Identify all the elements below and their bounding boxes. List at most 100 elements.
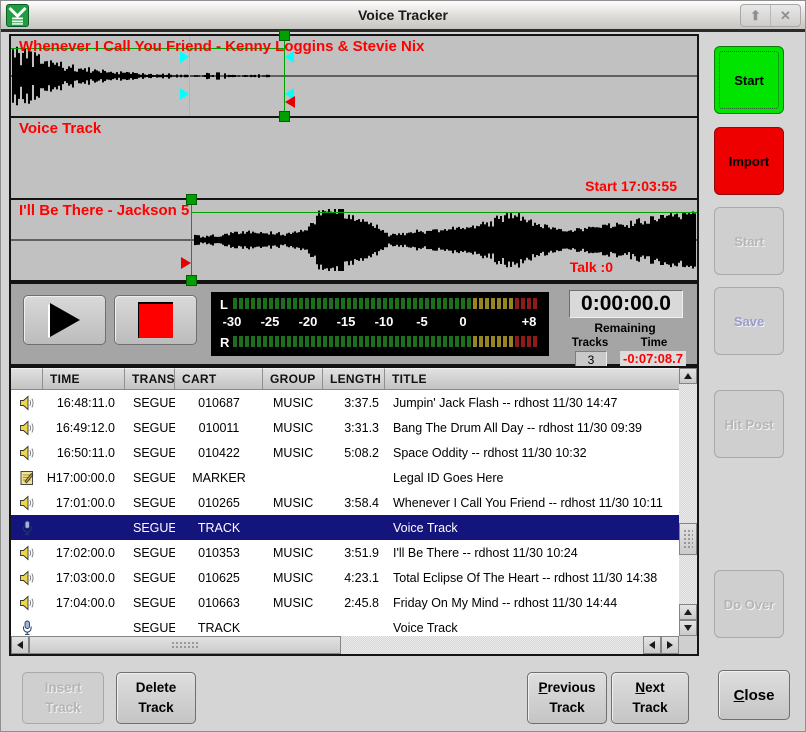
cell-group: MUSIC: [263, 421, 323, 435]
cell-cart: MARKER: [175, 471, 263, 485]
shade-icon[interactable]: ⬆: [741, 5, 770, 26]
play-button[interactable]: [23, 295, 106, 345]
table-row[interactable]: 17:01:00.0SEGUE010265MUSIC3:58.4Whenever…: [11, 490, 679, 515]
cell-group: MUSIC: [263, 446, 323, 460]
cell-icon: [11, 495, 43, 511]
header-trans[interactable]: TRANS: [125, 368, 175, 389]
previous-track-label: Previous: [538, 678, 595, 698]
cell-trans: SEGUE: [125, 546, 175, 560]
cell-trans: SEGUE: [125, 521, 175, 535]
cell-title: Whenever I Call You Friend -- rdhost 11/…: [385, 496, 679, 510]
meter-right-label: R: [220, 335, 229, 350]
header-icon-col[interactable]: [11, 368, 43, 389]
close-icon[interactable]: ✕: [770, 5, 800, 26]
table-row[interactable]: 17:02:00.0SEGUE010353MUSIC3:51.9I'll Be …: [11, 540, 679, 565]
header-title[interactable]: TITLE: [385, 368, 679, 389]
scroll-down-button[interactable]: [679, 620, 697, 636]
voice-tracker-window: Voice Tracker ⬆ ✕ Whenever I Call You Fr…: [0, 0, 806, 732]
header-cart[interactable]: CART: [175, 368, 263, 389]
header-time[interactable]: TIME: [43, 368, 125, 389]
cell-title: Voice Track: [385, 621, 679, 635]
delete-track-label: Delete: [136, 678, 177, 698]
cell-group: MUSIC: [263, 571, 323, 585]
do-over-button[interactable]: Do Over: [714, 570, 784, 638]
microphone-icon: [19, 620, 35, 636]
table-row[interactable]: H17:00:00.0SEGUEMARKERLegal ID Goes Here: [11, 465, 679, 490]
start-next-button[interactable]: Start: [714, 207, 784, 275]
table-header: TIME TRANS CART GROUP LENGTH TITLE: [11, 368, 679, 390]
cell-group: MUSIC: [263, 546, 323, 560]
start-marker-handle-icon[interactable]: [181, 257, 191, 269]
cell-title: I'll Be There -- rdhost 11/30 10:24: [385, 546, 679, 560]
stop-icon: [138, 302, 173, 338]
insert-track-button[interactable]: Insert Track: [22, 672, 104, 724]
vertical-scrollbar[interactable]: [679, 368, 697, 636]
header-length[interactable]: LENGTH: [323, 368, 385, 389]
close-button[interactable]: Close: [718, 670, 790, 720]
arrow-left-icon: [17, 641, 23, 649]
speaker-icon: [19, 420, 35, 436]
header-group[interactable]: GROUP: [263, 368, 323, 389]
waveform-pane-next-track[interactable]: I'll Be There - Jackson 5 Talk :0: [9, 198, 699, 282]
end-marker-handle-icon[interactable]: [285, 96, 295, 108]
previous-track-button[interactable]: Previous Track: [527, 672, 607, 724]
cell-length: 3:51.9: [323, 546, 385, 560]
scrollbar-corner: [679, 636, 697, 654]
save-button[interactable]: Save: [714, 287, 784, 355]
import-button[interactable]: Import: [714, 127, 784, 195]
speaker-icon: [19, 445, 35, 461]
cell-trans: SEGUE: [125, 396, 175, 410]
cell-trans: SEGUE: [125, 421, 175, 435]
table-row[interactable]: 16:49:12.0SEGUE010011MUSIC3:31.3Bang The…: [11, 415, 679, 440]
start-recording-button[interactable]: Start: [714, 46, 784, 114]
table-row[interactable]: 17:03:00.0SEGUE010625MUSIC4:23.1Total Ec…: [11, 565, 679, 590]
track-start-marker-line[interactable]: [191, 200, 192, 280]
vertical-scroll-thumb[interactable]: [679, 523, 697, 555]
marker-handle-square[interactable]: [279, 30, 290, 41]
scroll-right-button[interactable]: [661, 636, 679, 654]
cell-trans: SEGUE: [125, 471, 175, 485]
scroll-up-button-2[interactable]: [679, 604, 697, 620]
marker-handle-square[interactable]: [186, 194, 197, 205]
cell-trans: SEGUE: [125, 446, 175, 460]
cell-length: 3:31.3: [323, 421, 385, 435]
marker-handle-square[interactable]: [186, 275, 197, 286]
cell-time: 17:04:00.0: [43, 596, 125, 610]
stop-button[interactable]: [114, 295, 197, 345]
cell-cart: TRACK: [175, 521, 263, 535]
waveform-pane-voice-track[interactable]: Voice Track Start 17:03:55: [9, 116, 699, 200]
next-track-button[interactable]: Next Track: [611, 672, 689, 724]
cell-icon: [11, 595, 43, 611]
cell-time: 16:50:11.0: [43, 446, 125, 460]
table-row[interactable]: 16:48:11.0SEGUE010687MUSIC3:37.5Jumpin' …: [11, 390, 679, 415]
cell-cart: 010265: [175, 496, 263, 510]
cell-cart: 010687: [175, 396, 263, 410]
waveform-pane-previous-track[interactable]: Whenever I Call You Friend - Kenny Loggi…: [9, 34, 699, 118]
marker-handle-square[interactable]: [279, 111, 290, 122]
cell-trans: SEGUE: [125, 621, 175, 635]
cell-icon: [11, 395, 43, 411]
cell-title: Legal ID Goes Here: [385, 471, 679, 485]
cell-cart: 010663: [175, 596, 263, 610]
table-row[interactable]: SEGUETRACKVoice Track: [11, 515, 679, 540]
table-row[interactable]: 17:04:00.0SEGUE010663MUSIC2:45.8Friday O…: [11, 590, 679, 615]
cell-title: Bang The Drum All Day -- rdhost 11/30 09…: [385, 421, 679, 435]
next-track-title: I'll Be There - Jackson 5: [19, 202, 189, 219]
audio-level-meter: L -30-25-20-15-10-50+8 R: [211, 292, 549, 356]
elapsed-time-display: 0:00:00.0: [569, 290, 683, 318]
scroll-left-button[interactable]: [11, 636, 29, 654]
horizontal-scroll-thumb[interactable]: [29, 636, 341, 654]
horizontal-scrollbar[interactable]: [11, 636, 679, 654]
cell-time: 16:49:12.0: [43, 421, 125, 435]
speaker-icon: [19, 570, 35, 586]
scroll-left-button-2[interactable]: [643, 636, 661, 654]
delete-track-button[interactable]: Delete Track: [116, 672, 196, 724]
cell-trans: SEGUE: [125, 496, 175, 510]
scroll-up-button[interactable]: [679, 368, 697, 384]
arrow-right-icon: [667, 641, 673, 649]
waveform-stack: Whenever I Call You Friend - Kenny Loggi…: [9, 34, 699, 282]
hit-post-button[interactable]: Hit Post: [714, 390, 784, 458]
cell-trans: SEGUE: [125, 571, 175, 585]
segue-marker-handle-icon[interactable]: [180, 88, 189, 100]
table-row[interactable]: 16:50:11.0SEGUE010422MUSIC5:08.2Space Od…: [11, 440, 679, 465]
